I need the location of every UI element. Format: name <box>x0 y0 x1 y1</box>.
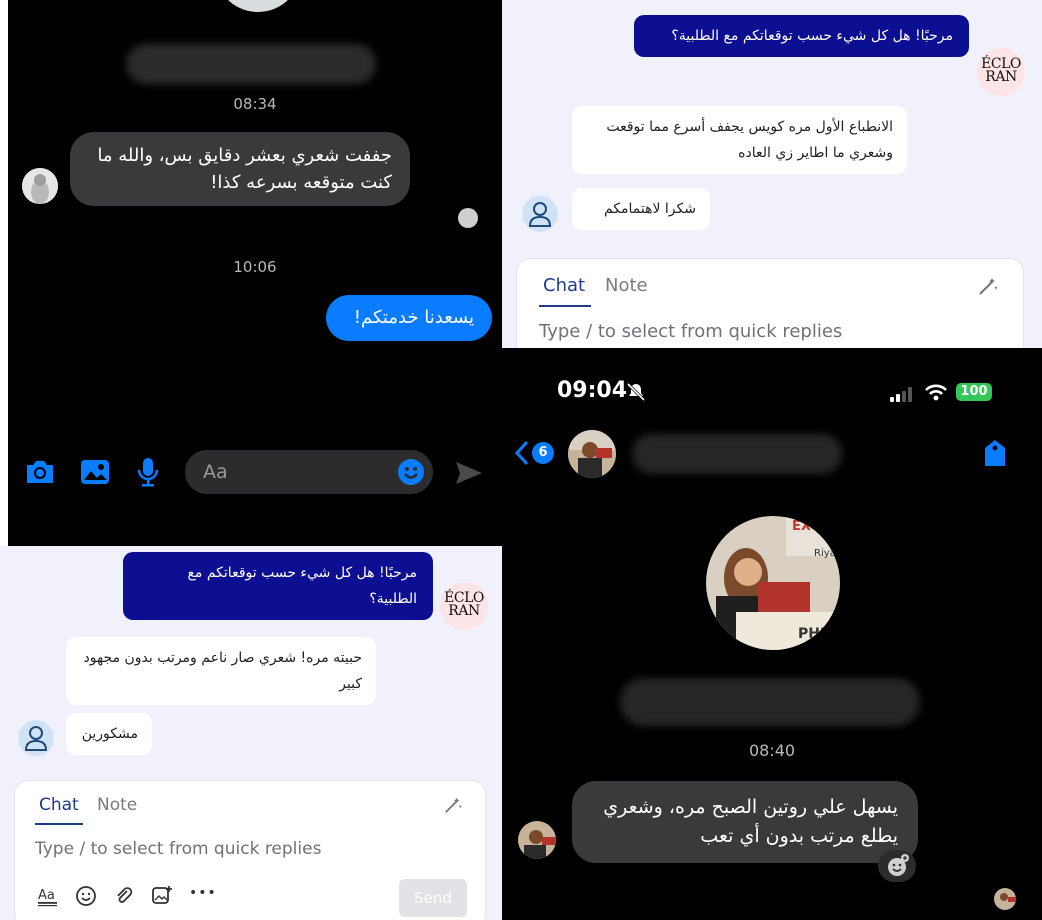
back-chevron-icon[interactable] <box>514 440 530 470</box>
tab-note[interactable]: Note <box>97 795 137 815</box>
brand-logo: ÉCLO RAN <box>440 582 488 630</box>
contact-avatar[interactable] <box>568 430 616 478</box>
customer-reply-message: الانطباع الأول مره كويس يجفف أسرع مما تو… <box>572 106 907 174</box>
customer-reply-message: شكرا لاهتمامكم <box>572 188 710 230</box>
tab-chat[interactable]: Chat <box>543 275 585 296</box>
quick-reply-input[interactable]: Type / to select from quick replies <box>35 839 321 859</box>
seen-avatar <box>458 208 478 228</box>
reply-composer: Chat Note Type / to select from quick re… <box>14 780 486 920</box>
brand-logo: ÉCLO RAN <box>977 48 1025 96</box>
svg-text:EX: EX <box>792 519 811 534</box>
camera-icon[interactable] <box>24 458 56 490</box>
contact-avatar <box>518 821 556 859</box>
message-input[interactable]: Aa <box>185 450 433 494</box>
silent-bell-icon <box>626 382 646 406</box>
customer-reply-message: مشكورين <box>66 713 152 755</box>
inbox-chat-panel: مرحبًا! هل كل شيء حسب توقعاتكم مع الطلبي… <box>0 546 502 920</box>
unread-badge: 6 <box>532 442 554 464</box>
reply-composer: Chat Note Type / to select from quick re… <box>516 258 1024 348</box>
status-bar-time: 09:04 <box>557 378 628 403</box>
message-input-placeholder: Aa <box>203 461 228 483</box>
text-format-icon[interactable]: Aa <box>37 885 59 907</box>
magic-wand-icon[interactable] <box>977 275 999 301</box>
send-icon[interactable] <box>454 460 484 490</box>
incoming-message: جففت شعري بعشر دقايق بس، والله ما كنت مت… <box>70 132 410 206</box>
svg-text:Riya: Riya <box>814 548 836 559</box>
blurred-contact-name <box>632 434 842 474</box>
send-button[interactable]: Send <box>399 879 467 917</box>
timestamp: 08:34 <box>233 95 277 113</box>
microphone-icon[interactable] <box>136 456 160 492</box>
magic-wand-icon[interactable] <box>443 795 463 819</box>
customer-reply-message: حبيته مره! شعري صار ناعم ومرتب بدون مجهو… <box>66 637 376 705</box>
inbox-chat-panel: مرحبًا! هل كل شيء حسب توقعاتكم مع الطلبي… <box>502 0 1042 348</box>
add-reaction-icon[interactable] <box>878 850 916 886</box>
signal-icon <box>890 386 916 406</box>
tag-icon[interactable] <box>982 438 1008 472</box>
more-options-icon[interactable]: ••• <box>189 885 217 901</box>
blurred-contact-name <box>620 678 920 726</box>
emoji-icon[interactable] <box>397 458 425 490</box>
gallery-icon[interactable] <box>80 458 110 490</box>
emoji-icon[interactable] <box>75 885 97 907</box>
outgoing-greeting-message: مرحبًا! هل كل شيء حسب توقعاتكم مع الطلبي… <box>634 15 969 57</box>
tab-chat-underline <box>539 305 591 307</box>
quick-reply-input[interactable]: Type / to select from quick replies <box>539 321 842 342</box>
contact-avatar <box>22 168 58 204</box>
attachment-icon[interactable] <box>113 885 135 907</box>
tab-note[interactable]: Note <box>605 275 648 296</box>
battery-indicator: 100 <box>956 383 992 401</box>
seen-avatar <box>994 888 1016 910</box>
profile-photo: EX Riya PHI <box>706 516 840 650</box>
messenger-dark-panel: 08:34 جففت شعري بعشر دقايق بس، والله ما … <box>8 0 502 546</box>
blurred-contact-name <box>126 44 376 84</box>
wifi-icon <box>924 382 948 406</box>
add-image-icon[interactable] <box>151 885 173 907</box>
incoming-message: يسهل علي روتين الصبح مره، وشعري يطلع مرت… <box>572 781 918 863</box>
timestamp: 08:40 <box>748 741 796 760</box>
svg-text:PHI: PHI <box>798 626 825 642</box>
tab-chat[interactable]: Chat <box>39 795 79 815</box>
ios-messenger-panel: 09:04 100 6 EX Riya PHI 08:40 يسهل علي روت… <box>502 348 1042 920</box>
svg-text:Aa: Aa <box>38 888 55 903</box>
customer-avatar-icon <box>522 196 558 232</box>
customer-avatar-icon <box>18 720 54 756</box>
outgoing-message: يسعدنا خدمتكم! <box>326 295 492 341</box>
timestamp: 10:06 <box>233 258 277 276</box>
tab-chat-underline <box>35 823 83 825</box>
outgoing-greeting-message: مرحبًا! هل كل شيء حسب توقعاتكم مع الطلبي… <box>123 552 433 620</box>
profile-photo-partial <box>218 0 298 12</box>
